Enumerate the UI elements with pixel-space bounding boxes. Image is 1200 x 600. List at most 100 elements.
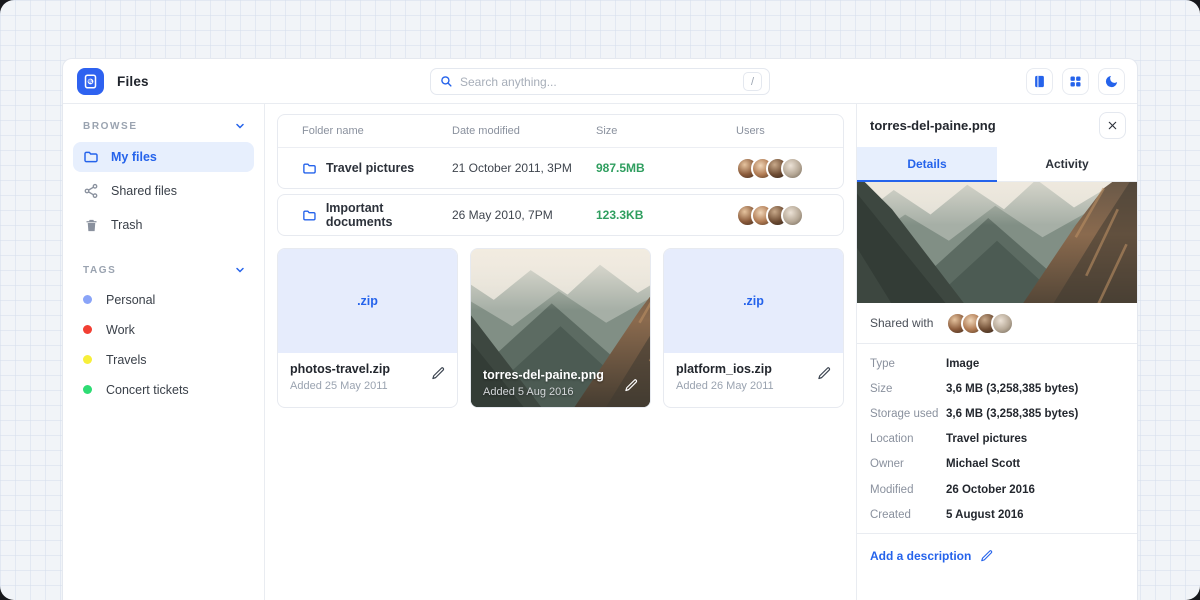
file-metadata-list: Type Image Size 3,6 MB (3,258,385 bytes)… [857, 344, 1137, 534]
shared-with-label: Shared with [870, 316, 933, 330]
pencil-icon [431, 366, 446, 381]
topbar: Files / [63, 59, 1137, 104]
tag-personal[interactable]: Personal [73, 286, 254, 313]
file-name: photos-travel.zip [290, 362, 445, 376]
sidebar-item-label: Trash [111, 218, 143, 232]
sidebar-item-label: My files [111, 150, 157, 164]
sidebar-item-trash[interactable]: Trash [73, 210, 254, 240]
rename-button[interactable] [817, 366, 832, 381]
meta-value: 3,6 MB (3,258,385 bytes) [946, 383, 1078, 395]
tag-color-dot [83, 355, 92, 364]
app-body: BROWSE My files Shared files [63, 104, 1137, 600]
tag-color-dot [83, 325, 92, 334]
search-bar[interactable]: / [430, 68, 770, 95]
folder-icon [302, 208, 317, 223]
meta-label: Created [870, 509, 946, 521]
tag-concert-tickets[interactable]: Concert tickets [73, 376, 254, 403]
meta-row-created: Created 5 August 2016 [870, 502, 1124, 527]
search-input[interactable] [460, 75, 743, 89]
moon-icon [1104, 74, 1119, 89]
zip-preview-zone: .zip [278, 249, 457, 353]
tag-color-dot [83, 385, 92, 394]
file-added-date: Added 25 May 2011 [290, 380, 445, 392]
tags-section-header[interactable]: TAGS [73, 262, 254, 278]
file-card-platform-ios-zip[interactable]: .zip platform_ios.zip Added 26 May 2011 [663, 248, 844, 408]
topbar-actions [1026, 68, 1125, 95]
sidebar: BROWSE My files Shared files [63, 104, 265, 600]
chevron-down-icon[interactable] [234, 120, 246, 132]
meta-row-owner: Owner Michael Scott [870, 452, 1124, 477]
files-app-window: Files / [62, 58, 1138, 600]
file-name: torres-del-paine.png [483, 368, 610, 382]
meta-label: Owner [870, 458, 946, 470]
sidebar-item-label: Shared files [111, 184, 177, 198]
folder-size: 123.3KB [596, 208, 736, 222]
file-card-photos-travel-zip[interactable]: .zip photos-travel.zip Added 25 May 2011 [277, 248, 458, 408]
add-description-button[interactable]: Add a description [857, 534, 1137, 578]
meta-row-modified: Modified 26 October 2016 [870, 477, 1124, 502]
sidebar-item-my-files[interactable]: My files [73, 142, 254, 172]
shared-with-row: Shared with [857, 303, 1137, 344]
folder-table-row-card: Important documents 26 May 2010, 7PM 123… [277, 194, 844, 236]
date-modified: 26 May 2010, 7PM [452, 208, 596, 222]
chevron-down-icon[interactable] [234, 264, 246, 276]
app-logo-icon[interactable] [77, 68, 104, 95]
table-row[interactable]: Important documents 26 May 2010, 7PM 123… [278, 195, 843, 235]
date-modified: 21 October 2011, 3PM [452, 161, 596, 175]
meta-label: Modified [870, 484, 946, 496]
meta-label: Size [870, 383, 946, 395]
sidebar-item-shared-files[interactable]: Shared files [73, 176, 254, 206]
details-panel: torres-del-paine.png Details Activity Sh… [856, 104, 1137, 600]
table-row[interactable]: Travel pictures 21 October 2011, 3PM 987… [278, 148, 843, 188]
file-cards: .zip photos-travel.zip Added 25 May 2011 [277, 248, 844, 408]
file-added-date: Added 26 May 2011 [676, 380, 831, 392]
tab-details[interactable]: Details [857, 147, 997, 182]
file-name: platform_ios.zip [676, 362, 831, 376]
dark-mode-toggle[interactable] [1098, 68, 1125, 95]
apps-grid-button[interactable] [1062, 68, 1089, 95]
tag-color-dot [83, 295, 92, 304]
tag-work[interactable]: Work [73, 316, 254, 343]
meta-label: Location [870, 433, 946, 445]
meta-value: Image [946, 358, 979, 370]
meta-value: 26 October 2016 [946, 484, 1035, 496]
zip-badge: .zip [743, 294, 764, 308]
tag-label: Concert tickets [106, 383, 189, 397]
folder-icon [83, 149, 99, 165]
close-panel-button[interactable] [1099, 112, 1126, 139]
app-title: Files [117, 74, 149, 89]
document-search-icon [83, 74, 98, 89]
meta-value: Travel pictures [946, 433, 1027, 445]
avatar [781, 204, 804, 227]
trash-icon [83, 218, 99, 233]
meta-row-size: Size 3,6 MB (3,258,385 bytes) [870, 376, 1124, 401]
pencil-icon [817, 366, 832, 381]
image-preview [857, 182, 1137, 303]
meta-row-type: Type Image [870, 351, 1124, 376]
book-icon [1032, 74, 1047, 89]
folder-icon [302, 161, 317, 176]
search-shortcut-key: / [743, 72, 762, 91]
browse-section-label: BROWSE [83, 121, 138, 132]
file-added-date: Added 5 Aug 2016 [483, 386, 610, 398]
tag-travels[interactable]: Travels [73, 346, 254, 373]
column-header-date-modified: Date modified [452, 125, 596, 137]
rename-button[interactable] [624, 378, 639, 393]
browse-section-header[interactable]: BROWSE [73, 118, 254, 134]
meta-row-storage-used: Storage used 3,6 MB (3,258,385 bytes) [870, 401, 1124, 426]
rename-button[interactable] [431, 366, 446, 381]
pencil-icon [624, 378, 639, 393]
table-header-row: Folder name Date modified Size Users [278, 115, 843, 148]
library-button[interactable] [1026, 68, 1053, 95]
details-file-title: torres-del-paine.png [870, 118, 996, 133]
file-card-torres-del-paine[interactable]: torres-del-paine.png Added 5 Aug 2016 [470, 248, 651, 408]
tab-activity[interactable]: Activity [997, 147, 1137, 182]
meta-label: Storage used [870, 408, 946, 420]
tag-label: Travels [106, 353, 147, 367]
column-header-folder-name: Folder name [302, 125, 452, 137]
main-content: Folder name Date modified Size Users Tra… [265, 104, 856, 600]
shared-with-avatars[interactable] [946, 312, 1014, 335]
search-icon [440, 75, 453, 88]
folder-users-avatars [736, 204, 843, 227]
meta-value: Michael Scott [946, 458, 1020, 470]
